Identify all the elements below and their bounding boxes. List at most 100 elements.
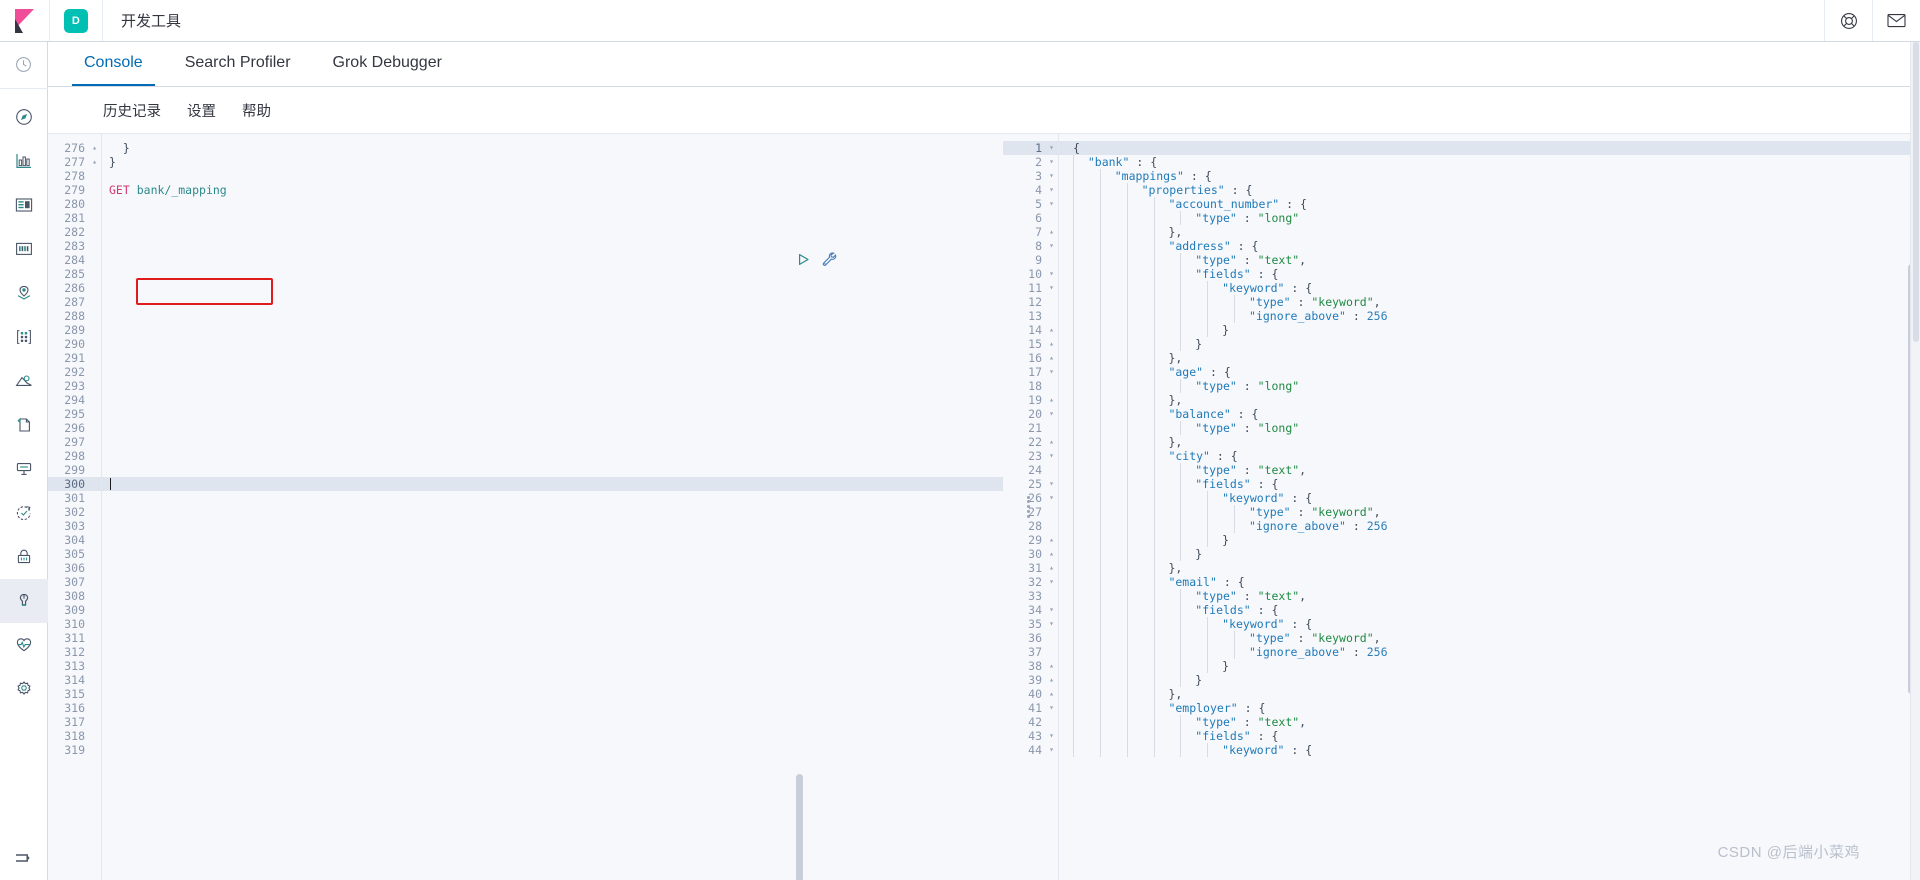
- fold-toggle-icon[interactable]: ▾: [1049, 477, 1054, 491]
- submenu-history[interactable]: 历史记录: [103, 100, 161, 121]
- request-code-line[interactable]: [102, 589, 1003, 603]
- request-code-line[interactable]: [102, 659, 1003, 673]
- response-viewer-pane[interactable]: 1 ▾ 2 ▾ 3 ▾ 4 ▾ 5 ▾ 6 7 ▴ 8 ▾ 9 10 ▾ 11 ▾ 12 13 14 ▴ 15 ▴ 16 ▴ 17 ▾ 18…: [1003, 133, 1920, 880]
- request-code-line[interactable]: [102, 687, 1003, 701]
- fold-toggle-icon[interactable]: ▾: [1049, 197, 1054, 211]
- request-code-line[interactable]: [102, 281, 1003, 295]
- request-code-line[interactable]: [102, 337, 1003, 351]
- request-code-line[interactable]: [102, 169, 1003, 183]
- request-code-line[interactable]: [102, 631, 1003, 645]
- request-code-line[interactable]: [102, 463, 1003, 477]
- request-code-line[interactable]: [102, 701, 1003, 715]
- fold-toggle-icon[interactable]: ▴: [1049, 323, 1054, 337]
- request-code-line[interactable]: [102, 729, 1003, 743]
- page-scrollbar-thumb[interactable]: [1913, 42, 1919, 342]
- request-code-line[interactable]: [102, 617, 1003, 631]
- fold-toggle-icon[interactable]: ▾: [1049, 491, 1054, 505]
- request-code-line[interactable]: [102, 715, 1003, 729]
- request-code-line[interactable]: [102, 309, 1003, 323]
- sidebar-item-management[interactable]: [0, 667, 48, 711]
- fold-toggle-icon[interactable]: ▾: [1049, 575, 1054, 589]
- tab-console[interactable]: Console: [72, 55, 155, 86]
- fold-toggle-icon[interactable]: ▾: [1049, 365, 1054, 379]
- request-code-line[interactable]: [102, 379, 1003, 393]
- fold-toggle-icon[interactable]: ▾: [1049, 183, 1054, 197]
- request-code-line[interactable]: [102, 295, 1003, 309]
- fold-toggle-icon[interactable]: ▴: [1049, 659, 1054, 673]
- sidebar-item-siem[interactable]: [0, 535, 48, 579]
- request-code-line[interactable]: [102, 323, 1003, 337]
- sidebar-item-recently-viewed[interactable]: [0, 42, 48, 86]
- request-code-line[interactable]: [102, 743, 1003, 757]
- request-code-line[interactable]: [102, 351, 1003, 365]
- request-code-line[interactable]: [102, 407, 1003, 421]
- request-code-line[interactable]: [102, 393, 1003, 407]
- sidebar-item-machine-learning[interactable]: [0, 315, 48, 359]
- request-code-line[interactable]: [102, 449, 1003, 463]
- request-code-line[interactable]: [102, 533, 1003, 547]
- request-code-line[interactable]: [102, 253, 1003, 267]
- request-code-line[interactable]: [102, 519, 1003, 533]
- fold-toggle-icon[interactable]: ▴: [1049, 225, 1054, 239]
- tab-grok-debugger[interactable]: Grok Debugger: [321, 55, 454, 86]
- request-editor-pane[interactable]: 276 ▴ 277 ▴ 278 279 280 281 282 283 284 285 286 287 28…: [48, 133, 1003, 880]
- fold-toggle-icon[interactable]: ▴: [1049, 337, 1054, 351]
- fold-toggle-icon[interactable]: ▴: [1049, 687, 1054, 701]
- sidebar-item-visualize[interactable]: [0, 139, 48, 183]
- request-code-line[interactable]: [102, 267, 1003, 281]
- sidebar-item-dev-tools[interactable]: [0, 579, 48, 623]
- fold-toggle-icon[interactable]: ▴: [1049, 673, 1054, 687]
- request-code-line[interactable]: }: [102, 141, 1003, 155]
- fold-toggle-icon[interactable]: ▴: [1049, 393, 1054, 407]
- page-scrollbar[interactable]: [1910, 42, 1920, 880]
- play-run-request-icon[interactable]: [796, 252, 811, 267]
- fold-toggle-icon[interactable]: ▾: [1049, 449, 1054, 463]
- submenu-help[interactable]: 帮助: [242, 100, 271, 121]
- request-code-line[interactable]: [102, 211, 1003, 225]
- envelope-mail-icon[interactable]: [1872, 0, 1920, 41]
- fold-toggle-icon[interactable]: ▾: [1049, 281, 1054, 295]
- fold-toggle-icon[interactable]: ▾: [1049, 141, 1054, 155]
- request-code-line[interactable]: [102, 547, 1003, 561]
- fold-toggle-icon[interactable]: ▾: [1049, 155, 1054, 169]
- sidebar-item-maps[interactable]: [0, 271, 48, 315]
- fold-toggle-icon[interactable]: ▾: [1049, 603, 1054, 617]
- space-selector-button[interactable]: D: [50, 0, 103, 41]
- tab-search-profiler[interactable]: Search Profiler: [173, 55, 303, 86]
- fold-toggle-icon[interactable]: ▴: [1049, 435, 1054, 449]
- request-code-line[interactable]: [102, 225, 1003, 239]
- request-code-line[interactable]: GET bank/_mapping: [102, 183, 1003, 197]
- request-code-line[interactable]: [102, 561, 1003, 575]
- submenu-settings[interactable]: 设置: [187, 100, 216, 121]
- request-code-line[interactable]: [102, 197, 1003, 211]
- request-code-line[interactable]: [102, 239, 1003, 253]
- fold-toggle-icon[interactable]: ▾: [1049, 701, 1054, 715]
- sidebar-item-infrastructure[interactable]: [0, 359, 48, 403]
- fold-toggle-icon[interactable]: ▴: [1049, 547, 1054, 561]
- request-code-line[interactable]: [102, 477, 1003, 491]
- fold-toggle-icon[interactable]: ▴: [1049, 351, 1054, 365]
- request-code-line[interactable]: [102, 603, 1003, 617]
- fold-toggle-icon[interactable]: ▴: [1049, 533, 1054, 547]
- request-code-line[interactable]: [102, 505, 1003, 519]
- kibana-logo-icon[interactable]: [0, 0, 50, 41]
- fold-toggle-icon[interactable]: ▴: [1049, 561, 1054, 575]
- request-editor-scrollbar[interactable]: [796, 774, 803, 880]
- sidebar-item-logs[interactable]: [0, 403, 48, 447]
- fold-toggle-icon[interactable]: ▾: [1049, 743, 1054, 757]
- request-code-line[interactable]: [102, 421, 1003, 435]
- wrench-settings-icon[interactable]: [821, 251, 837, 267]
- fold-toggle-icon[interactable]: ▾: [1049, 169, 1054, 183]
- request-code-line[interactable]: [102, 645, 1003, 659]
- fold-toggle-icon[interactable]: ▾: [1049, 617, 1054, 631]
- fold-toggle-icon[interactable]: ▾: [1049, 267, 1054, 281]
- fold-toggle-icon[interactable]: ▾: [1049, 407, 1054, 421]
- sidebar-item-monitoring[interactable]: [0, 623, 48, 667]
- life-ring-help-icon[interactable]: [1824, 0, 1872, 41]
- sidebar-item-uptime[interactable]: [0, 491, 48, 535]
- fold-toggle-icon[interactable]: ▴: [92, 155, 97, 169]
- sidebar-item-apm[interactable]: [0, 447, 48, 491]
- breadcrumb[interactable]: 开发工具: [103, 0, 199, 41]
- fold-toggle-icon[interactable]: ▴: [92, 141, 97, 155]
- sidebar-item-canvas[interactable]: [0, 227, 48, 271]
